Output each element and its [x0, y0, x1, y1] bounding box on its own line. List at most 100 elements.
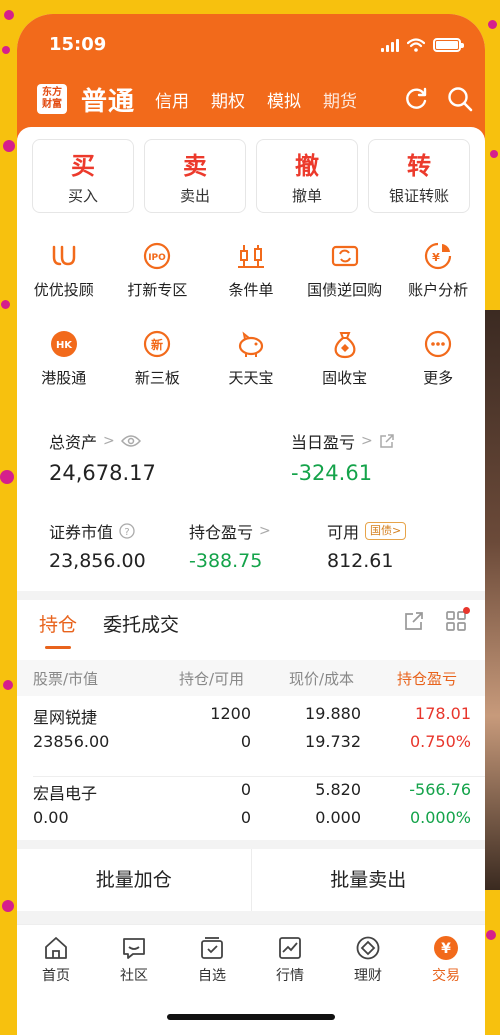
market-value-label-row: 证券市值 ? [49, 519, 135, 543]
chevron-right-icon: > [361, 433, 373, 449]
hk-icon: HK [50, 331, 77, 357]
bank-transfer-button[interactable]: 转 银证转账 [368, 139, 470, 213]
layout-toggle[interactable] [445, 607, 470, 636]
buy-button[interactable]: 买 买入 [32, 139, 134, 213]
grid-item-label: 国债逆回购 [307, 281, 383, 299]
battery-icon [433, 38, 464, 52]
table-row[interactable]: 星网锐捷 23856.00 1200 0 19.880 19.732 178.0… [17, 704, 485, 770]
col-stock[interactable]: 股票/市值 [33, 668, 98, 689]
trade-icon: ¥ [434, 936, 458, 960]
tab-credit[interactable]: 信用 [155, 87, 189, 112]
available-qty: 0 [240, 808, 251, 827]
account-nav: 东方 财富 普通 信用 期权 模拟 期货 [37, 80, 473, 118]
tab-trade[interactable]: ¥ 交易 [407, 925, 485, 1035]
pl-percent: 0.000% [409, 808, 471, 827]
chevron-right-icon: > [259, 523, 271, 539]
tab-home[interactable]: 首页 [17, 925, 95, 1035]
ipo-icon: IPO [144, 242, 171, 270]
grid-item-label: 新三板 [134, 369, 180, 387]
tab-holdings[interactable]: 持仓 [39, 610, 77, 649]
bg-dot [486, 930, 496, 940]
logo-text: 财富 [42, 99, 62, 110]
watchlist-icon [201, 937, 223, 959]
tab-label: 自选 [198, 968, 226, 984]
grid-item-conditional-order[interactable]: 条件单 [204, 241, 298, 300]
chevron-right-icon: > [103, 433, 115, 449]
daily-pl-link[interactable]: 当日盈亏 > [291, 429, 395, 453]
col-holding[interactable]: 持仓/可用 [179, 668, 244, 689]
grid-item-label: 账户分析 [408, 281, 469, 299]
market-value: 23,856.00 [49, 550, 146, 572]
available-label-row: 可用 国债> [327, 519, 407, 543]
bg-dot [1, 300, 10, 309]
grid-item-tiantianbao[interactable]: 天天宝 [204, 329, 298, 388]
logo-text: 东方 [42, 87, 62, 98]
tab-futures[interactable]: 期货 [323, 87, 357, 112]
phone-screen: 15:09 东方 财富 普通 信用 期权 模拟 期货 买 买入 卖 卖出 撤 撤… [17, 14, 485, 1035]
market-value-cell: 0.00 [33, 808, 69, 827]
grid-item-gushoubao[interactable]: 固收宝 [298, 329, 392, 388]
sell-label: 卖出 [179, 187, 210, 205]
tab-wealth[interactable]: 理财 [329, 925, 407, 1035]
grid-item-more[interactable]: 更多 [391, 329, 485, 388]
table-header: 股票/市值 持仓/可用 现价/成本 持仓盈亏 [17, 660, 485, 696]
holding-pl-link[interactable]: 持仓盈亏 > [189, 519, 271, 543]
col-pl[interactable]: 持仓盈亏 [397, 668, 457, 689]
stock-name: 宏昌电子 [33, 784, 98, 803]
tab-orders[interactable]: 委托成交 [103, 610, 179, 637]
bg-dot [3, 140, 15, 152]
available-qty: 0 [240, 732, 251, 751]
grid-item-hk-connect[interactable]: HK 港股通 [17, 329, 111, 388]
tab-label: 交易 [432, 968, 460, 984]
export-icon[interactable] [403, 610, 425, 632]
quick-actions-card: 买 买入 卖 卖出 撤 撤单 转 银证转账 优优投顾 IPO 打新专区 条件单 … [17, 127, 485, 415]
grid-item-label: 更多 [423, 369, 454, 387]
current-price: 5.820 [315, 780, 361, 799]
total-assets-label: 总资产 [49, 433, 98, 452]
grid-item-account-analysis[interactable]: ¥ 账户分析 [391, 241, 485, 300]
status-bar: 15:09 [49, 34, 464, 60]
account-type-active[interactable]: 普通 [81, 81, 135, 118]
grid-item-ipo[interactable]: IPO 打新专区 [111, 241, 205, 300]
wifi-icon [407, 38, 425, 52]
piggy-icon [238, 331, 264, 357]
more-icon [425, 330, 452, 358]
cancel-order-button[interactable]: 撤 撤单 [256, 139, 358, 213]
holding-pl-value: -388.75 [189, 550, 263, 572]
svg-text:?: ? [124, 527, 129, 538]
market-value-label: 证券市值 [49, 523, 114, 542]
help-icon[interactable]: ? [119, 523, 135, 539]
buy-label: 买入 [67, 187, 98, 205]
refresh-icon[interactable] [403, 86, 429, 112]
tab-simulation[interactable]: 模拟 [267, 87, 301, 112]
bond-repo-badge[interactable]: 国债> [365, 522, 407, 540]
batch-sell-button[interactable]: 批量卖出 [252, 849, 486, 911]
grid-item-new-third-board[interactable]: 新 新三板 [111, 329, 205, 388]
grid-item-bond-repo[interactable]: 国债逆回购 [298, 241, 392, 300]
bg-dot [490, 150, 498, 158]
row-divider [33, 776, 485, 777]
tab-options[interactable]: 期权 [211, 87, 245, 112]
holding-pl-label: 持仓盈亏 [189, 523, 254, 542]
col-price[interactable]: 现价/成本 [289, 668, 354, 689]
eye-icon[interactable] [120, 434, 141, 448]
tab-community[interactable]: 社区 [95, 925, 173, 1035]
svg-text:新: 新 [151, 337, 163, 352]
batch-add-button[interactable]: 批量加仓 [17, 849, 251, 911]
repo-icon [331, 245, 358, 267]
feature-grid-row-1: 优优投顾 IPO 打新专区 条件单 国债逆回购 ¥ 账户分析 [17, 241, 485, 300]
total-assets-toggle[interactable]: 总资产 > [49, 429, 141, 453]
grid-item-uu-advisor[interactable]: 优优投顾 [17, 241, 111, 300]
stock-name: 星网锐捷 [33, 708, 98, 727]
pl-percent: 0.750% [409, 732, 471, 751]
svg-text:IPO: IPO [149, 253, 167, 263]
share-icon[interactable] [379, 433, 395, 449]
search-icon[interactable] [447, 86, 473, 112]
cost-price: 0.000 [315, 808, 361, 827]
grid-item-label: 优优投顾 [33, 281, 94, 299]
sell-button[interactable]: 卖 卖出 [144, 139, 246, 213]
holding-qty: 1200 [210, 704, 251, 723]
positions-card: 持仓 委托成交 股票/市值 持仓/可用 现价/成本 持仓盈亏 星网锐捷 2385… [17, 600, 485, 840]
table-row[interactable]: 宏昌电子 0.00 0 0 5.820 0.000 -566.76 0.000% [17, 780, 485, 836]
bg-dot [4, 10, 14, 20]
